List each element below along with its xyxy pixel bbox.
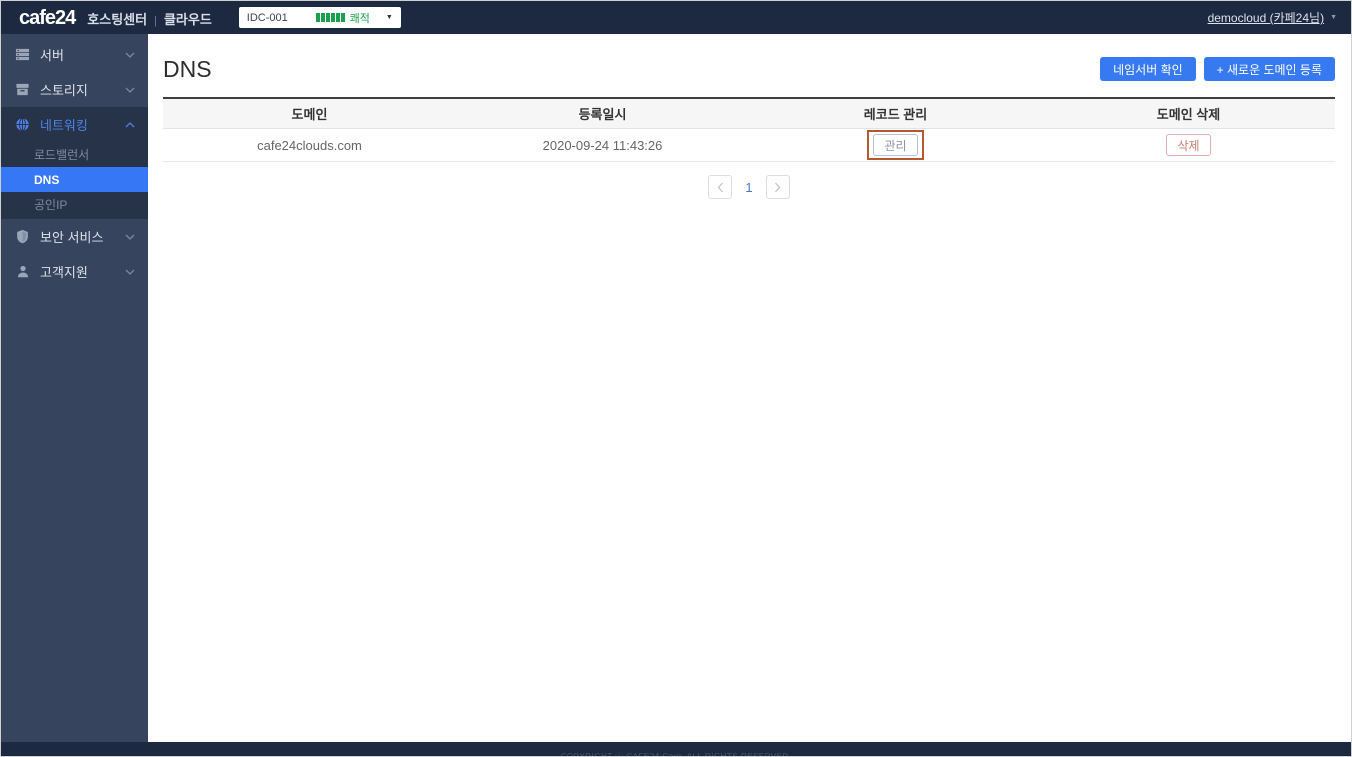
table-row: cafe24clouds.com 2020-09-24 11:43:26 관리 … [163,129,1335,162]
prev-page-button[interactable] [708,175,733,199]
sidebar-item-label: 보안 서비스 [40,230,104,245]
chevron-down-icon [125,269,135,275]
globe-icon [14,117,31,132]
chevron-down-icon: ▼ [385,14,393,21]
chevron-down-icon [125,234,135,240]
chevron-down-icon [125,87,135,93]
person-icon [14,264,31,279]
registered-at-cell: 2020-09-24 11:43:26 [542,137,663,153]
sidebar-item-loadbalancer[interactable]: 로드밸런서 [1,142,148,167]
account-name: democloud (카페24님) [1207,11,1325,25]
sidebar-item-public-ip[interactable]: 공인IP [1,192,148,217]
chevron-down-icon: ▼ [1330,14,1337,21]
sidebar-item-networking[interactable]: 네트워킹 [1,107,148,142]
manage-button-highlight: 관리 [867,130,924,160]
column-header-domain-delete: 도메인 삭제 [1156,107,1221,122]
pagination: 1 [163,175,1335,199]
page-title: DNS [163,55,212,82]
sidebar-item-dns[interactable]: DNS [1,167,148,192]
topbar: cafe24 호스팅센터 | 클라우드 IDC-001 쾌적 ▼ democlo… [1,1,1351,34]
storage-icon [14,82,31,97]
sidebar-item-server[interactable]: 서버 [1,37,148,72]
idc-selector[interactable]: IDC-001 쾌적 ▼ [238,7,401,28]
domain-delete-cell: 삭제 [1042,134,1335,156]
column-header-domain: 도메인 [291,107,328,122]
cafe24-cloud-console: cafe24 호스팅센터 | 클라우드 IDC-001 쾌적 ▼ democlo… [0,0,1352,757]
sidebar-item-label: 서버 [40,48,64,63]
footer: COPYRIGHT ⓒ CAFE24 Corp. ALL RIGHTS RESE… [1,742,1351,756]
sidebar-item-support[interactable]: 고객지원 [1,254,148,289]
chevron-down-icon [125,52,135,58]
sidebar-item-storage[interactable]: 스토리지 [1,72,148,107]
chevron-left-icon [717,182,723,192]
column-header-record-manage: 레코드 관리 [863,107,928,122]
server-icon [14,47,31,62]
sidebar-item-label: 네트워킹 [40,118,88,133]
sidebar-item-label: 스토리지 [40,83,88,98]
service-label: 호스팅센터 [87,11,148,27]
column-header-registered: 등록일시 [578,107,627,122]
manage-button[interactable]: 관리 [873,134,918,156]
idc-value: IDC-001 [246,11,288,24]
sidebar: 서버 스토리지 네트워킹 로드밸런서 DNS 공인IP 보안 서비스 고객지원 [1,34,148,742]
brand-separator: | [154,14,157,27]
status-label: 쾌적 [349,12,370,25]
domain-table: 도메인 등록일시 레코드 관리 도메인 삭제 cafe24clouds.com … [163,97,1335,162]
cafe24-logo[interactable]: cafe24 [19,8,76,28]
domain-cell: cafe24clouds.com [257,137,362,153]
chevron-right-icon [775,182,781,192]
main-content: DNS 네임서버 확인 + 새로운 도메인 등록 도메인 등록일시 레코드 관리… [148,34,1351,742]
chevron-up-icon [125,121,135,128]
sidebar-item-security[interactable]: 보안 서비스 [1,219,148,254]
shield-icon [14,229,31,244]
brand: cafe24 호스팅센터 | 클라우드 [19,8,212,28]
product-label: 클라우드 [163,11,212,27]
register-domain-button[interactable]: + 새로운 도메인 등록 [1203,57,1335,81]
account-menu[interactable]: democloud (카페24님) ▼ [1208,9,1337,26]
current-page[interactable]: 1 [742,180,755,195]
sidebar-group-networking: 네트워킹 로드밸런서 DNS 공인IP [1,107,148,219]
delete-button[interactable]: 삭제 [1166,134,1211,156]
sidebar-item-label: 고객지원 [40,265,88,280]
nameserver-check-button[interactable]: 네임서버 확인 [1100,57,1196,81]
record-manage-cell: 관리 [749,130,1042,160]
table-header-row: 도메인 등록일시 레코드 관리 도메인 삭제 [163,99,1335,129]
status-bars-icon [315,13,345,22]
next-page-button[interactable] [765,175,790,199]
copyright-text: COPYRIGHT ⓒ CAFE24 Corp. ALL RIGHTS RESE… [561,751,792,756]
